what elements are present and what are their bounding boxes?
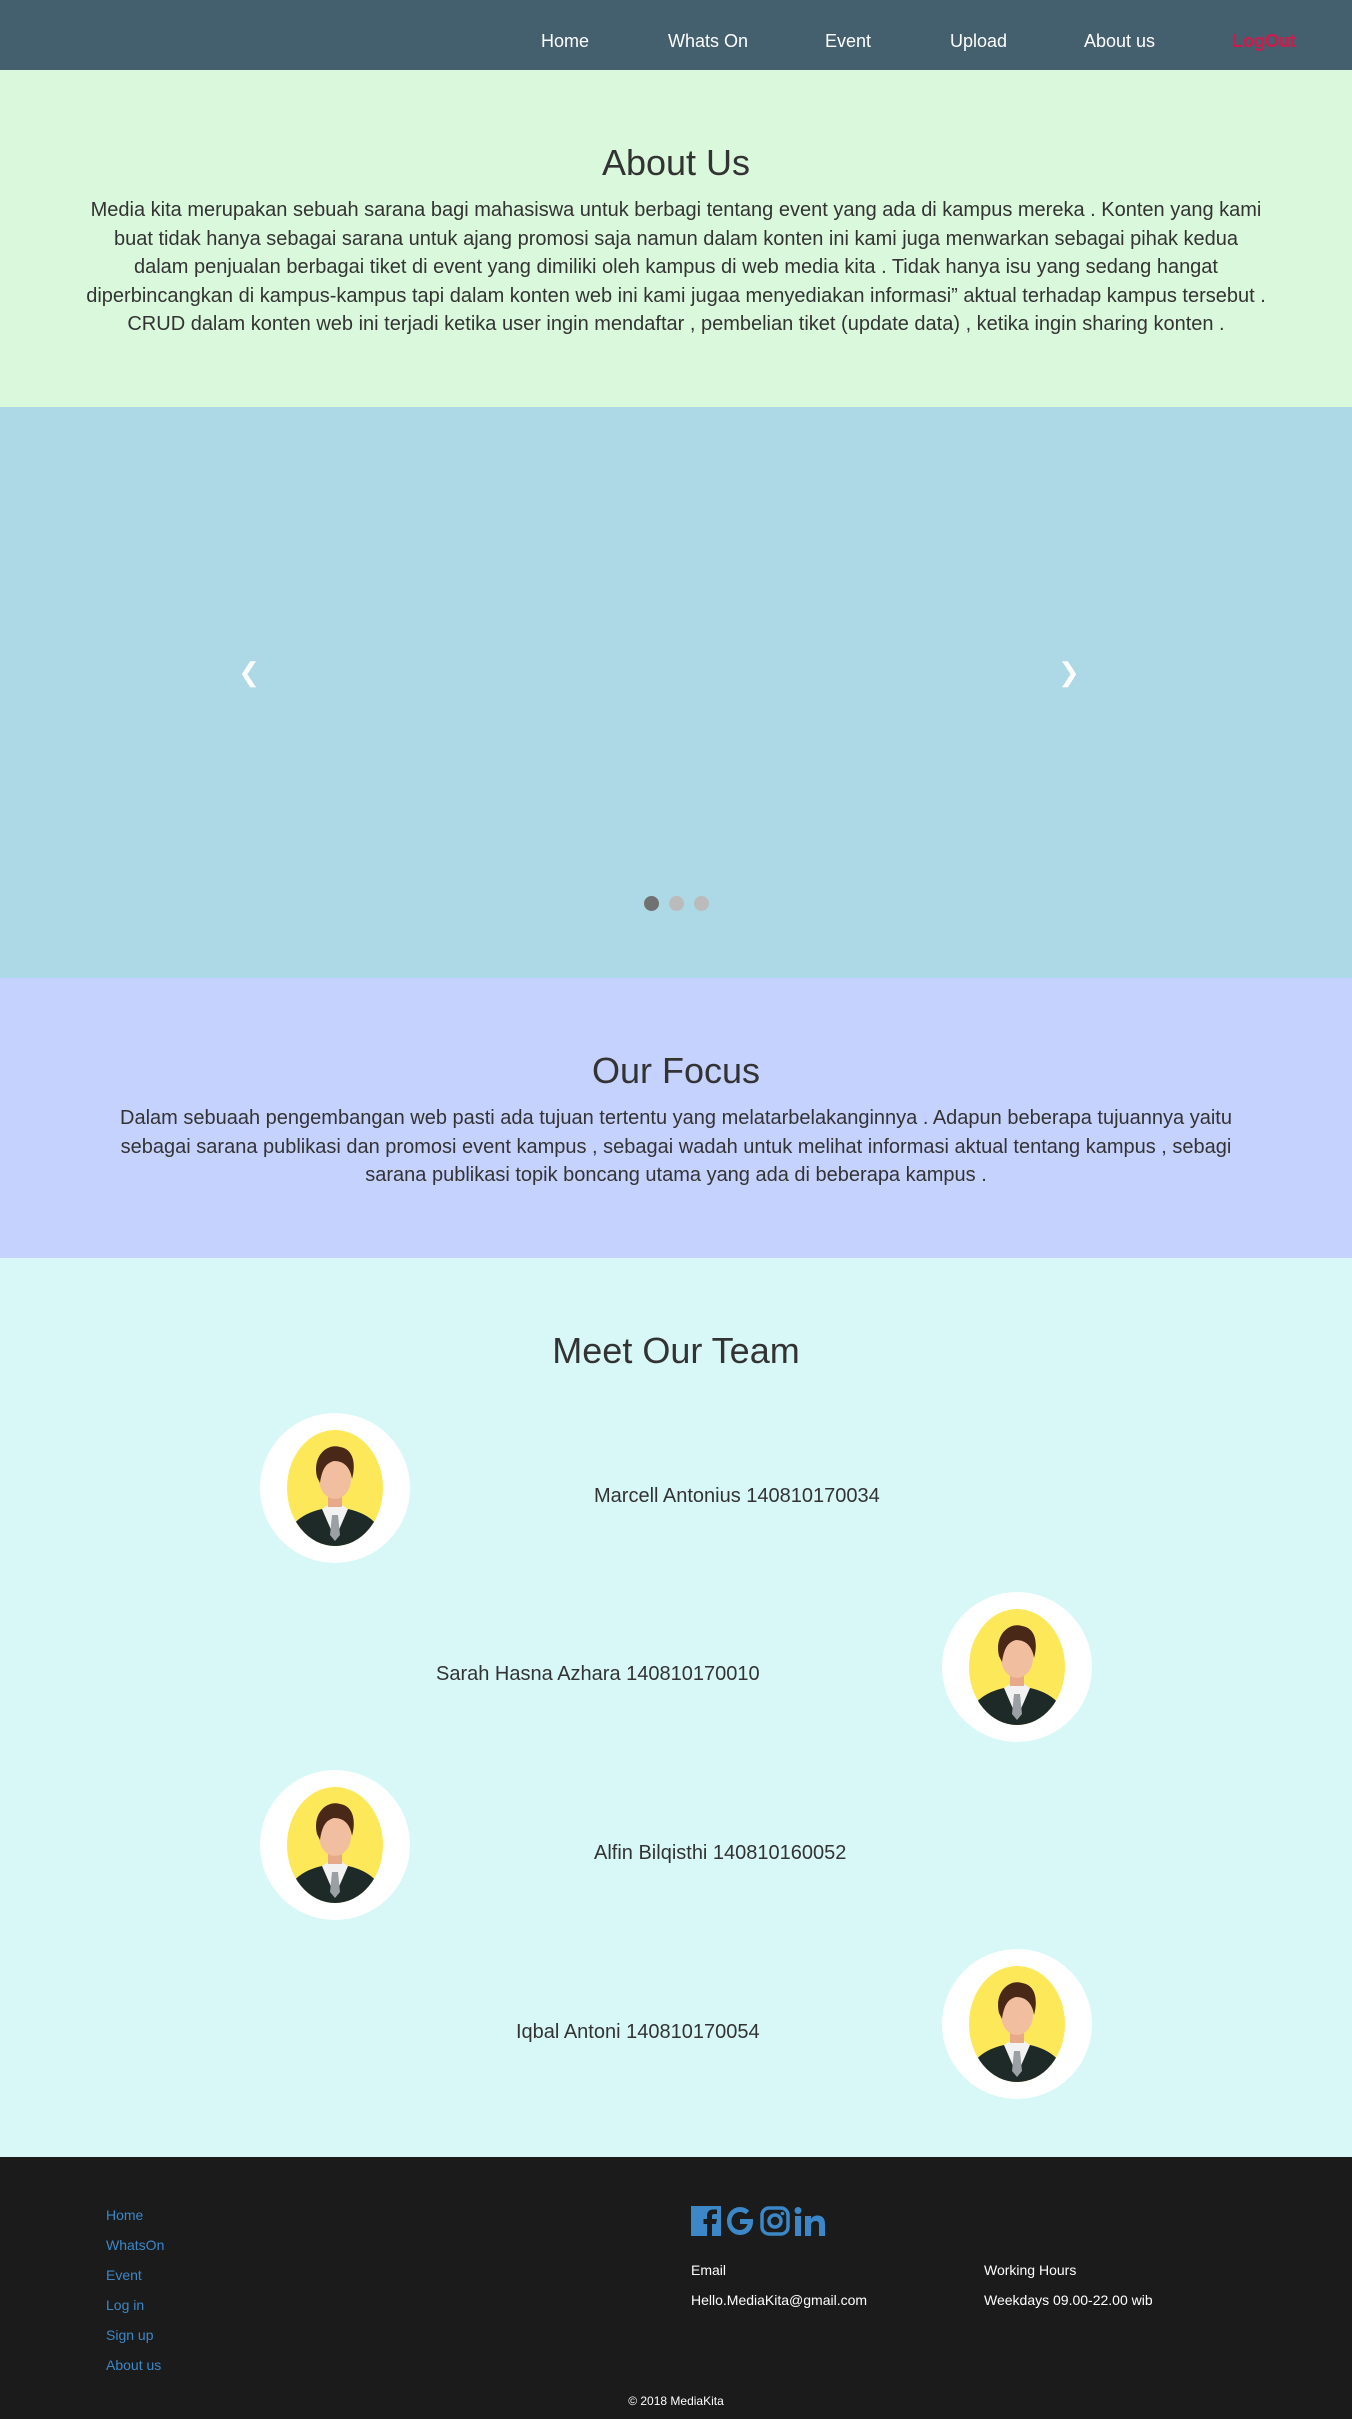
top-navbar: Home Whats On Event Upload About us LogO… xyxy=(0,0,1352,70)
focus-section: Our Focus Dalam sebuaah pengembangan web… xyxy=(0,978,1352,1258)
nav-about-link[interactable]: About us xyxy=(1084,0,1155,70)
slideshow-dot-2[interactable] xyxy=(668,896,684,911)
team-member-name: Iqbal Antoni 140810170054 xyxy=(516,2021,760,2043)
slideshow-dot-3[interactable] xyxy=(693,896,709,911)
nav-logout-link[interactable]: LogOut xyxy=(1232,0,1296,70)
email-label: Email xyxy=(691,2262,727,2278)
footer-link-signup[interactable]: Sign up xyxy=(106,2327,153,2343)
team-member-avatar xyxy=(942,1949,1092,2099)
slideshow-next-button[interactable]: ❯ xyxy=(1054,647,1084,697)
working-hours-label: Working Hours xyxy=(984,2262,1077,2278)
footer-link-event[interactable]: Event xyxy=(106,2267,142,2283)
facebook-icon[interactable] xyxy=(690,2204,724,2240)
footer-link-login[interactable]: Log in xyxy=(106,2297,144,2313)
team-section: Meet Our Team Marcell Antonius 140810170… xyxy=(0,1258,1352,2157)
team-member-avatar xyxy=(260,1770,410,1920)
about-section: About Us Media kita merupakan sebuah sar… xyxy=(0,70,1352,407)
team-member-name: Alfin Bilqisthi 140810160052 xyxy=(594,1842,847,1864)
slideshow-prev-button[interactable]: ❮ xyxy=(234,647,264,697)
slideshow-dots xyxy=(0,896,1352,911)
about-text: Media kita merupakan sebuah sarana bagi … xyxy=(86,199,1266,335)
email-value: Hello.MediaKita@gmail.com xyxy=(691,2292,868,2308)
image-slideshow: ❮ ❯ xyxy=(0,407,1352,978)
team-title: Meet Our Team xyxy=(552,1330,800,1371)
focus-text: Dalam sebuaah pengembangan web pasti ada… xyxy=(120,1107,1232,1186)
team-member-name: Marcell Antonius 140810170034 xyxy=(594,1485,880,1507)
footer-link-home[interactable]: Home xyxy=(106,2207,143,2223)
person-avatar-icon xyxy=(969,1966,1065,2082)
nav-home-link[interactable]: Home xyxy=(541,0,589,70)
nav-event-link[interactable]: Event xyxy=(825,0,871,70)
copyright-text: © 2018 MediaKita xyxy=(628,2394,724,2408)
person-avatar-icon xyxy=(287,1787,383,1903)
working-hours-value: Weekdays 09.00-22.00 wib xyxy=(984,2292,1153,2308)
footer-link-whatson[interactable]: WhatsOn xyxy=(106,2237,164,2253)
team-member-avatar xyxy=(260,1413,410,1563)
google-icon[interactable] xyxy=(724,2204,758,2240)
focus-title: Our Focus xyxy=(591,1050,761,1091)
nav-whats-on-link[interactable]: Whats On xyxy=(668,0,748,70)
instagram-icon[interactable] xyxy=(759,2204,793,2240)
about-title: About Us xyxy=(601,142,751,183)
slideshow-dot-1[interactable] xyxy=(643,896,659,911)
team-member-name: Sarah Hasna Azhara 140810170010 xyxy=(436,1663,760,1685)
person-avatar-icon xyxy=(287,1430,383,1546)
nav-upload-link[interactable]: Upload xyxy=(950,0,1007,70)
linkedin-icon[interactable] xyxy=(793,2204,827,2240)
person-avatar-icon xyxy=(969,1609,1065,1725)
site-footer: Home WhatsOn Event Log in Sign up About … xyxy=(0,2157,1352,2419)
team-member-avatar xyxy=(942,1592,1092,1742)
footer-link-about[interactable]: About us xyxy=(106,2357,161,2373)
